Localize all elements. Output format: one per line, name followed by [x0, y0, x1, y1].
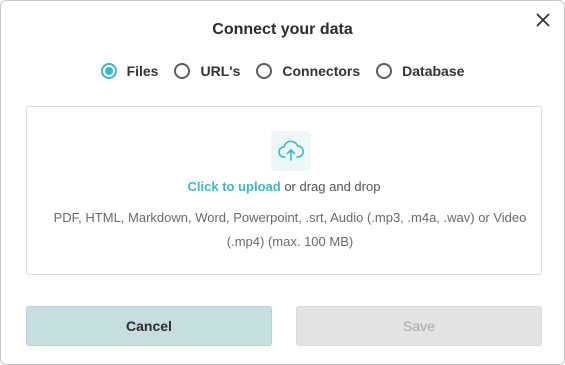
upload-icon-container [271, 131, 311, 171]
radio-label-connectors: Connectors [282, 63, 361, 79]
cloud-upload-icon [278, 140, 304, 161]
file-dropzone[interactable]: Click to upload or drag and drop PDF, HT… [26, 106, 542, 275]
connect-data-dialog: Connect your data Files URL's Connectors… [0, 0, 565, 365]
supported-formats-text: PDF, HTML, Markdown, Word, Powerpoint, .… [53, 210, 527, 249]
radio-button-urls[interactable] [174, 63, 191, 79]
radio-button-database[interactable] [376, 63, 393, 79]
radio-label-files: Files [126, 63, 159, 79]
close-icon [536, 13, 550, 27]
radio-button-connectors[interactable] [256, 63, 273, 79]
click-to-upload-link[interactable]: Click to upload [188, 179, 281, 194]
dialog-title: Connect your data [212, 21, 353, 38]
radio-option-files[interactable]: Files [100, 63, 159, 79]
radio-button-files[interactable] [100, 63, 117, 79]
cancel-button[interactable]: Cancel [26, 306, 272, 346]
radio-selected-dot [104, 67, 113, 75]
source-type-radio-group: Files URL's Connectors Database [1, 63, 564, 79]
save-button[interactable]: Save [296, 306, 542, 346]
drag-drop-text: or drag and drop [280, 179, 381, 194]
radio-label-database: Database [402, 63, 465, 79]
radio-option-urls[interactable]: URL's [174, 63, 240, 79]
close-button[interactable] [532, 9, 554, 31]
radio-label-urls: URL's [200, 63, 241, 79]
radio-option-database[interactable]: Database [376, 63, 464, 79]
radio-option-connectors[interactable]: Connectors [256, 63, 360, 79]
upload-instruction: Click to upload or drag and drop [27, 179, 541, 194]
